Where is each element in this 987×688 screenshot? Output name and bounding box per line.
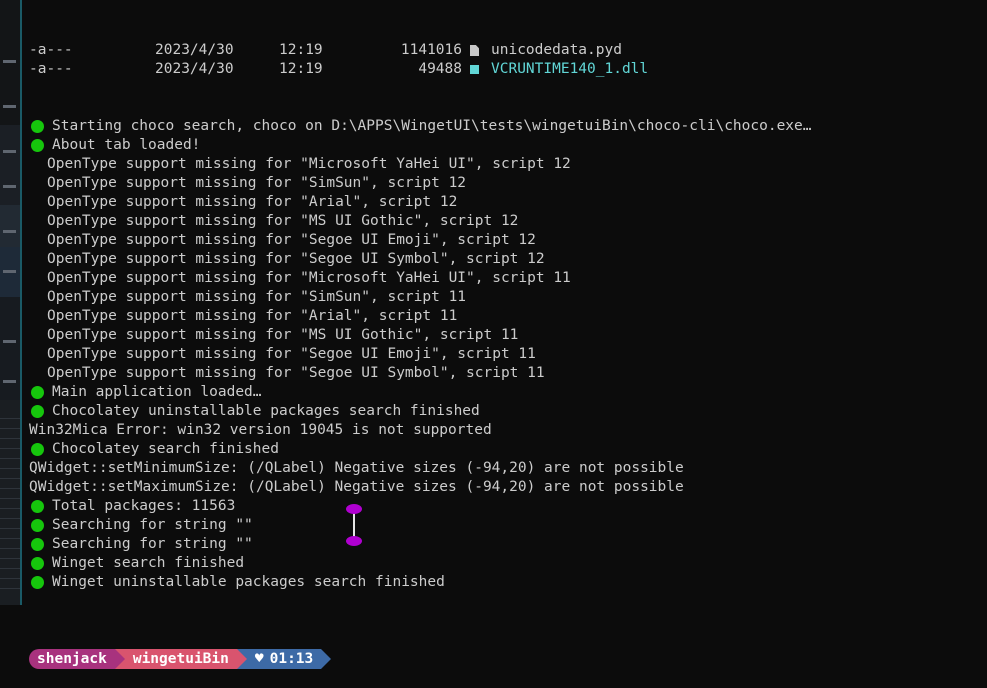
terminal-output[interactable]: -a--- 2023/4/30 12:19 1141016 unicodedata.py… [29,3,987,688]
file-listing-row: -a--- 2023/4/30 12:19 49488 VCRUNTIME140_1.d… [29,60,987,79]
file-time: 12:19 [279,61,323,77]
log-output: Starting choco search, choco on D:\APPS\… [29,117,987,592]
log-line: Chocolatey search finished [29,440,987,459]
text-cursor [346,504,362,546]
log-line: QWidget::setMaximumSize: (/QLabel) Negat… [29,478,987,497]
log-text: Win32Mica Error: win32 version 19045 is … [29,422,492,438]
log-text: OpenType support missing for "SimSun", s… [47,289,467,305]
log-text: OpenType support missing for "Microsoft … [47,270,571,286]
log-line: OpenType support missing for "Arial", sc… [29,193,987,212]
log-text: OpenType support missing for "Segoe UI E… [47,232,536,248]
log-line: QWidget::setMinimumSize: (/QLabel) Negat… [29,459,987,478]
log-text: Winget uninstallable packages search fin… [52,574,445,590]
log-text: Total packages: 11563 [52,498,236,514]
log-text: OpenType support missing for "Microsoft … [47,156,571,172]
window-border [20,0,22,605]
background-window-strip [0,0,20,605]
log-line: OpenType support missing for "Segoe UI E… [29,231,987,250]
status-dot-icon [31,139,44,152]
log-line: Total packages: 11563 [29,497,987,516]
status-dot-icon [31,557,44,570]
log-text: OpenType support missing for "Segoe UI S… [47,365,545,381]
file-perm: -a--- [29,61,73,77]
file-listing: -a--- 2023/4/30 12:19 1141016 unicodedata.py… [29,41,987,79]
prompt-time: 01:13 [269,650,314,667]
prompt-user-segment: shenjack [29,649,115,669]
log-line: OpenType support missing for "Segoe UI E… [29,345,987,364]
log-text: Searching for string "" [52,536,253,552]
file-size: 49488 [418,61,462,77]
log-text: QWidget::setMaximumSize: (/QLabel) Negat… [29,479,684,495]
file-date: 2023/4/30 [155,42,234,58]
log-text: Chocolatey search finished [52,441,279,457]
log-text: OpenType support missing for "Segoe UI E… [47,346,536,362]
powerline-separator-icon [236,649,247,669]
file-perm: -a--- [29,42,73,58]
log-text: OpenType support missing for "Arial", sc… [47,308,458,324]
log-line: OpenType support missing for "SimSun", s… [29,174,987,193]
log-line: About tab loaded! [29,136,987,155]
file-name: VCRUNTIME140_1.dll [491,61,649,77]
status-dot-icon [31,443,44,456]
prompt-directory-segment: wingetuiBin [124,649,237,669]
log-text: OpenType support missing for "SimSun", s… [47,175,467,191]
log-text: Winget search finished [52,555,245,571]
log-line: OpenType support missing for "Segoe UI S… [29,250,987,269]
log-line: OpenType support missing for "Microsoft … [29,269,987,288]
file-size: 1141016 [400,42,462,58]
log-line: Searching for string "" [29,535,987,554]
log-text: Main application loaded… [52,384,262,400]
shell-prompt: shenjack wingetuiBin ♥ 01:13 [29,649,987,669]
log-text: About tab loaded! [52,137,201,153]
powerline-separator-icon [321,649,332,669]
log-text: QWidget::setMinimumSize: (/QLabel) Negat… [29,460,684,476]
file-time: 12:19 [279,42,323,58]
file-name: unicodedata.pyd [491,42,622,58]
status-dot-icon [31,576,44,589]
prompt-time-segment: ♥ 01:13 [246,649,322,669]
log-text: OpenType support missing for "MS UI Goth… [47,213,519,229]
status-dot-icon [31,538,44,551]
status-dot-icon [31,120,44,133]
file-listing-row: -a--- 2023/4/30 12:19 1141016 unicodedata.py… [29,41,987,60]
log-text: Searching for string "" [52,517,253,533]
log-text: OpenType support missing for "Segoe UI S… [47,251,545,267]
status-dot-icon [31,500,44,513]
log-line: Main application loaded… [29,383,987,402]
log-line: Searching for string "" [29,516,987,535]
log-line: Winget uninstallable packages search fin… [29,573,987,592]
dll-file-icon [470,65,479,74]
log-line: OpenType support missing for "Segoe UI S… [29,364,987,383]
log-text: Chocolatey uninstallable packages search… [52,403,480,419]
log-text: OpenType support missing for "MS UI Goth… [47,327,519,343]
log-line: Win32Mica Error: win32 version 19045 is … [29,421,987,440]
log-line: Chocolatey uninstallable packages search… [29,402,987,421]
log-line: OpenType support missing for "Microsoft … [29,155,987,174]
log-text: Starting choco search, choco on D:\APPS\… [52,118,812,134]
log-line: Starting choco search, choco on D:\APPS\… [29,117,987,136]
log-line: OpenType support missing for "MS UI Goth… [29,212,987,231]
heart-icon: ♥ [254,650,264,667]
status-dot-icon [31,519,44,532]
status-dot-icon [31,405,44,418]
file-date: 2023/4/30 [155,61,234,77]
status-dot-icon [31,386,44,399]
prompt-directory: wingetuiBin [132,650,229,667]
log-line: Winget search finished [29,554,987,573]
prompt-user: shenjack [37,650,107,667]
powerline-separator-icon [114,649,125,669]
log-line: OpenType support missing for "SimSun", s… [29,288,987,307]
file-icon [470,45,479,56]
log-line: OpenType support missing for "Arial", sc… [29,307,987,326]
log-line: OpenType support missing for "MS UI Goth… [29,326,987,345]
log-text: OpenType support missing for "Arial", sc… [47,194,458,210]
